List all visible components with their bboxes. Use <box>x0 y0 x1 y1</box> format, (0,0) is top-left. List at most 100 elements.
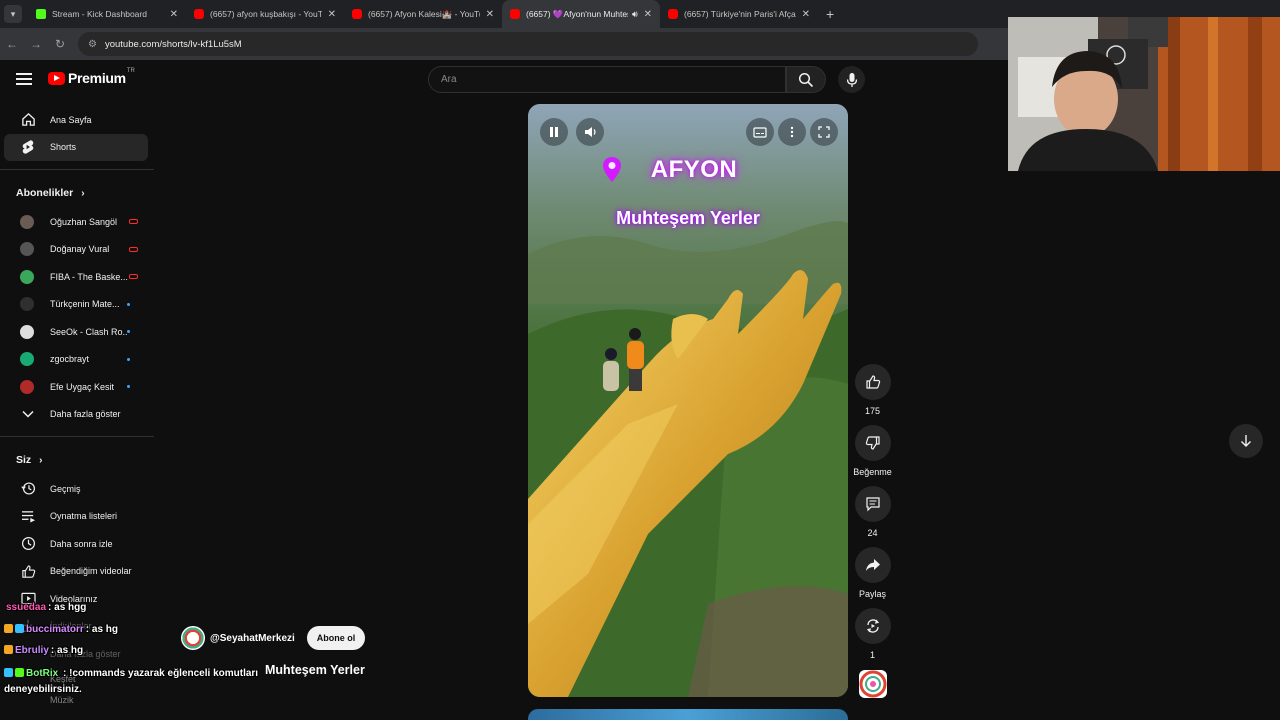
close-icon[interactable]: ✕ <box>170 9 178 20</box>
youtube-icon <box>194 9 204 19</box>
captions-icon <box>753 126 767 138</box>
new-tab-button[interactable]: + <box>826 6 834 22</box>
tab-title: (6657) Afyon Kalesi🏰 - YouTube <box>368 8 480 19</box>
sidebar-item-subscription[interactable]: SeeOk - Clash Ro... <box>4 318 148 346</box>
share-label: Paylaş <box>858 589 886 599</box>
arrow-down-icon <box>1241 435 1251 447</box>
search-button[interactable] <box>786 66 826 93</box>
sidebar-item-label: Geçmiş <box>50 483 81 494</box>
like-button[interactable] <box>854 364 891 400</box>
shorts-icon <box>20 139 36 155</box>
chat-text: as hgg <box>54 602 87 613</box>
tab-title: Stream - Kick Dashboard <box>52 9 147 19</box>
chat-username: buccimatorr <box>26 624 84 635</box>
logo-text: Premium <box>68 70 126 86</box>
browser-tab[interactable]: Stream - Kick Dashboard ✕ <box>28 0 186 28</box>
next-short-button[interactable] <box>1229 424 1263 458</box>
speaker-icon[interactable]: 🔊︎ <box>632 9 638 20</box>
sidebar-item-playlists[interactable]: Oynatma listeleri <box>4 503 148 531</box>
close-icon[interactable]: ✕ <box>328 9 336 20</box>
dislike-button[interactable] <box>854 425 891 461</box>
sidebar-item-subscription[interactable]: Efe Uygaç Kesit <box>4 373 148 401</box>
show-more-button[interactable]: Daha fazla göster <box>4 401 148 429</box>
sidebar-item-label: Oğuzhan Sangöl <box>50 216 118 227</box>
youtube-icon <box>510 9 520 19</box>
sidebar-item-subscription[interactable]: Oğuzhan Sangöl <box>4 208 148 236</box>
browser-tab-active[interactable]: (6657) 💜Afyon'nun Muhteşem 🔊︎ ✕ <box>502 0 660 28</box>
sidebar-item-label: zgocbrayt <box>50 354 90 365</box>
live-indicator-icon <box>129 246 138 252</box>
sidebar-item-subscription[interactable]: zgocbrayt <box>4 346 148 374</box>
subscriptions-header[interactable]: Abonelikler › <box>0 178 154 208</box>
sidebar-item-label: SeeOk - Clash Ro... <box>50 326 127 337</box>
voice-search-button[interactable] <box>838 66 865 93</box>
search-input[interactable] <box>441 74 785 85</box>
volume-button[interactable] <box>576 118 604 146</box>
forward-icon[interactable]: → <box>24 37 48 51</box>
sidebar-item-label: Daha fazla göster <box>50 409 121 420</box>
sidebar-item-liked-videos[interactable]: Beğendiğim videolar <box>4 558 148 586</box>
new-content-dot <box>127 302 130 306</box>
site-info-icon[interactable]: ⚙︎ <box>88 39 97 50</box>
sidebar-item-label: Türkçenin Mate... <box>50 299 120 310</box>
browser-tab[interactable]: (6657) Afyon Kalesi🏰 - YouTube ✕ <box>344 0 502 28</box>
shorts-player[interactable]: AFYON Muhteşem Yerler <box>528 104 848 697</box>
channel-name[interactable]: @SeyahatMerkezi <box>210 633 295 644</box>
remix-button[interactable] <box>854 608 891 644</box>
microphone-icon <box>846 72 857 87</box>
url-input[interactable]: ⚙︎ youtube.com/shorts/lv-kf1Lu5sM <box>78 32 978 56</box>
divider <box>0 169 154 170</box>
sidebar-item-label: Doğanay Vural <box>50 244 110 255</box>
webcam-video <box>1008 17 1280 171</box>
next-short-preview[interactable] <box>528 709 848 720</box>
sidebar-item-shorts[interactable]: Shorts <box>4 133 148 161</box>
close-icon[interactable]: ✕ <box>802 9 810 20</box>
video-title[interactable]: Muhteşem Yerler <box>265 663 365 677</box>
tab-title: (6657) 💜Afyon'nun Muhteşem <box>526 8 628 19</box>
sidebar-item-history[interactable]: Geçmiş <box>4 475 148 503</box>
tab-search-button[interactable]: ▾ <box>4 5 22 23</box>
sidebar-item-label: Beğendiğim videolar <box>50 566 132 577</box>
youtube-icon <box>352 9 362 19</box>
sidebar: Ana Sayfa Shorts Abonelikler › Oğuzhan S… <box>0 106 154 710</box>
close-icon[interactable]: ✕ <box>644 9 652 20</box>
subscribe-button[interactable]: Abone ol <box>306 626 366 650</box>
tab-title: (6657) afyon kuşbakışı - YouTube <box>210 9 322 19</box>
badge-icon <box>4 645 13 654</box>
menu-icon[interactable] <box>14 71 34 87</box>
more-options-button[interactable] <box>778 118 806 146</box>
back-icon[interactable]: ← <box>0 37 24 51</box>
you-header[interactable]: Siz › <box>0 445 154 475</box>
channel-avatar[interactable] <box>181 626 205 650</box>
channel-avatar <box>20 269 34 284</box>
sidebar-item-home[interactable]: Ana Sayfa <box>4 106 148 134</box>
browser-tab[interactable]: (6657) afyon kuşbakışı - YouTube ✕ <box>186 0 344 28</box>
share-action: Paylaş <box>850 547 895 599</box>
chat-text: as hg <box>57 645 84 656</box>
sidebar-item-watch-later[interactable]: Daha sonra izle <box>4 530 148 558</box>
youtube-logo-icon <box>48 71 65 85</box>
browser-tab[interactable]: (6657) Türkiye'nin Paris'i Afça ✕ <box>660 0 818 28</box>
channel-avatar <box>20 214 34 229</box>
youtube-premium-logo[interactable]: Premium TR <box>48 68 135 86</box>
video-frame <box>528 104 848 697</box>
sidebar-item-subscription[interactable]: Türkçenin Mate... <box>4 291 148 319</box>
chat-message: buccimatorr: as hg <box>4 624 118 635</box>
share-button[interactable] <box>854 547 891 583</box>
fullscreen-button[interactable] <box>810 118 838 146</box>
you-title: Siz <box>16 454 32 466</box>
reload-icon[interactable]: ↻ <box>48 37 72 51</box>
more-vertical-icon <box>790 126 794 138</box>
pause-button[interactable] <box>540 118 568 146</box>
sidebar-item-subscription[interactable]: FIBA - The Baske... <box>4 263 148 291</box>
sidebar-item-subscription[interactable]: Doğanay Vural <box>4 236 148 264</box>
sound-avatar[interactable] <box>859 670 887 698</box>
dislike-label: Beğenme <box>853 467 892 477</box>
captions-button[interactable] <box>746 118 774 146</box>
badge-icon <box>15 624 24 633</box>
fullscreen-icon <box>818 126 830 138</box>
overlay-title: AFYON <box>650 156 738 183</box>
close-icon[interactable]: ✕ <box>486 9 494 20</box>
comments-button[interactable] <box>854 486 891 522</box>
chat-message: ssuedaa: as hgg <box>6 602 87 613</box>
